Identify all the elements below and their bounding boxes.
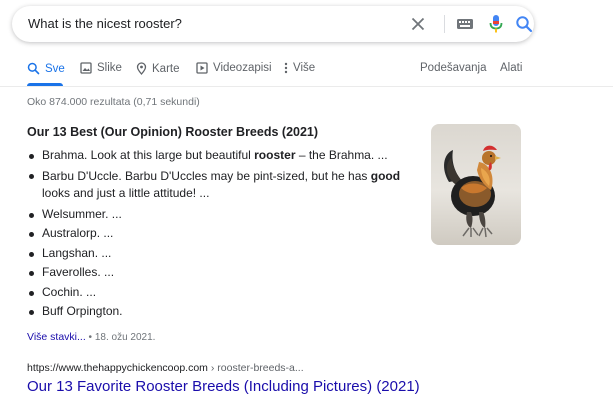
settings-link[interactable]: Podešavanja	[420, 62, 487, 74]
result-url-path: › rooster-breeds-a...	[207, 362, 304, 374]
search-icon	[27, 62, 40, 75]
featured-snippet-list: Brahma. Look at this large but beautiful…	[27, 146, 412, 322]
rooster-thumbnail[interactable]	[431, 124, 521, 245]
search-bar[interactable]: What is the nicest rooster?	[12, 6, 534, 42]
result-title-link[interactable]: Our 13 Favorite Rooster Breeds (Includin…	[27, 378, 420, 395]
tab-more[interactable]: Više	[284, 62, 315, 74]
more-vert-icon	[284, 62, 288, 74]
snippet-date: 18. ožu 2021.	[94, 332, 156, 343]
tab-label: Sve	[45, 62, 65, 75]
tab-videos[interactable]: Videozapisi	[196, 62, 272, 74]
tab-label: Slike	[97, 62, 122, 74]
search-bar-divider	[444, 15, 445, 33]
list-item: Brahma. Look at this large but beautiful…	[27, 146, 412, 166]
keyboard-icon	[457, 19, 473, 29]
close-icon	[411, 17, 425, 31]
list-item: Langshan. ...	[27, 244, 412, 264]
list-item: Barbu D'Uccle. Barbu D'Uccles may be pin…	[27, 168, 412, 202]
result-url[interactable]: https://www.thehappychickencoop.com › ro…	[27, 362, 304, 374]
list-item: Buff Orpington.	[27, 302, 412, 322]
list-item: Welsummer. ...	[27, 205, 412, 225]
tab-images[interactable]: Slike	[80, 62, 122, 74]
video-icon	[196, 62, 208, 74]
keyboard-button[interactable]	[455, 15, 475, 33]
tools-link[interactable]: Alati	[500, 62, 522, 74]
search-input[interactable]: What is the nicest rooster?	[28, 16, 182, 31]
list-item: Cochin. ...	[27, 283, 412, 303]
list-item: Australorp. ...	[27, 224, 412, 244]
active-tab-indicator	[27, 83, 63, 86]
voice-search-button[interactable]	[488, 14, 504, 34]
tab-label: Videozapisi	[213, 62, 272, 74]
list-item: Faverolles. ...	[27, 263, 412, 283]
result-stats: Oko 874.000 rezultata (0,71 sekundi)	[27, 96, 200, 108]
map-pin-icon	[136, 62, 147, 75]
tab-maps[interactable]: Karte	[136, 62, 180, 75]
more-items-link[interactable]: Više stavki...	[27, 331, 86, 343]
search-tabs: Sve Slike Karte Videozapisi Više Podešav…	[0, 56, 613, 87]
search-submit-button[interactable]	[514, 14, 534, 34]
more-items-row: Više stavki... • 18. ožu 2021.	[27, 331, 155, 343]
microphone-icon	[489, 15, 503, 33]
tab-label: Više	[293, 62, 316, 74]
separator: •	[88, 332, 93, 343]
result-url-domain: https://www.thehappychickencoop.com	[27, 362, 208, 374]
clear-search-button[interactable]	[408, 14, 428, 34]
tab-label: Karte	[152, 62, 180, 75]
tab-all[interactable]: Sve	[27, 62, 65, 75]
search-icon	[516, 16, 533, 33]
featured-snippet-title[interactable]: Our 13 Best (Our Opinion) Rooster Breeds…	[27, 125, 318, 139]
image-icon	[80, 62, 92, 74]
